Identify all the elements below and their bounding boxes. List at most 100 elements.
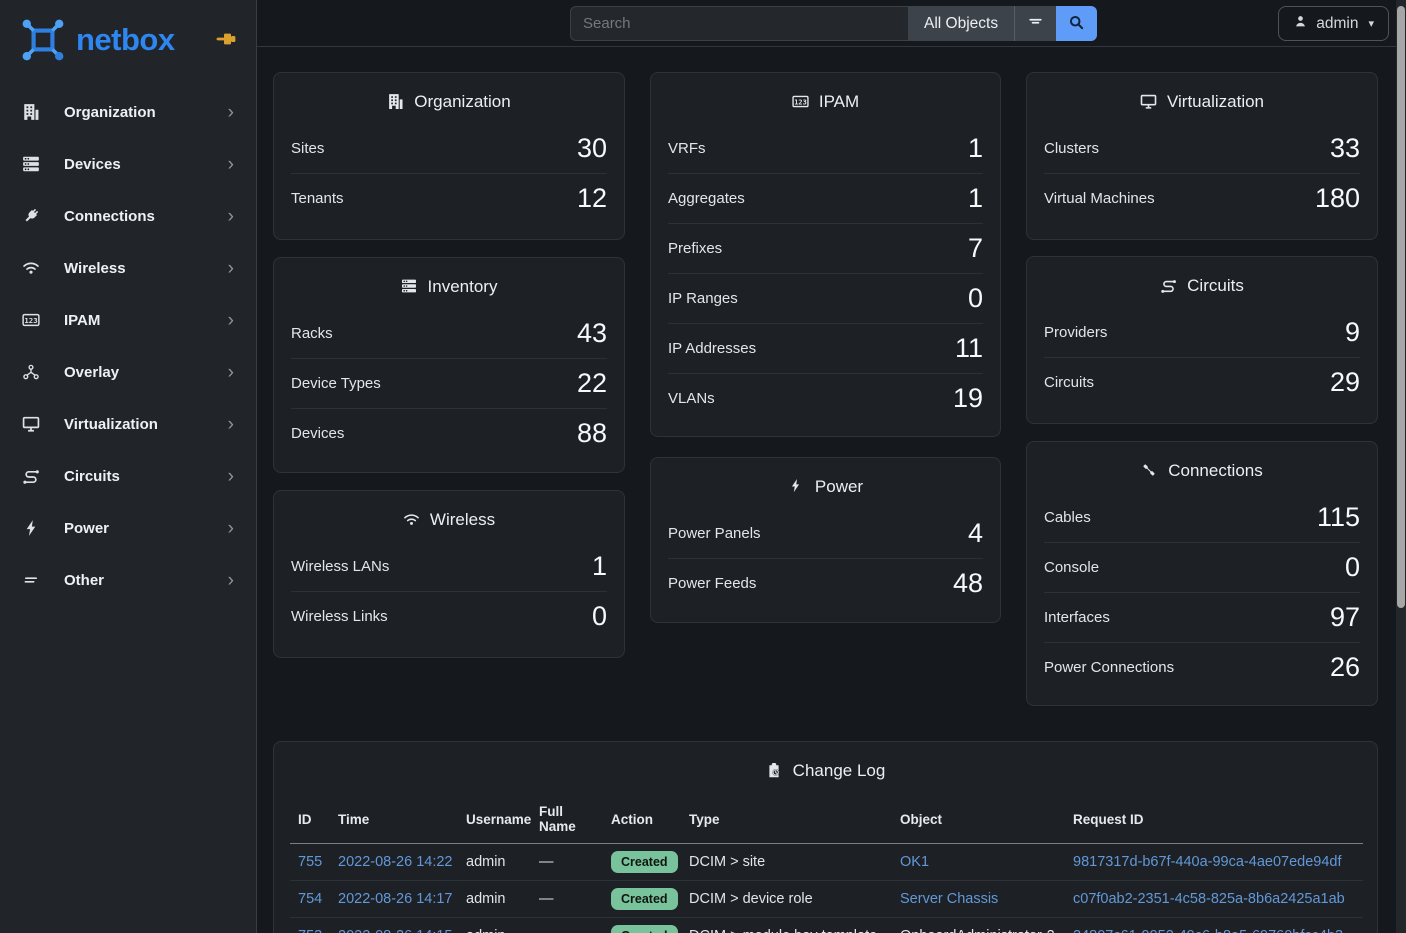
chevron-right-icon: › (228, 311, 234, 330)
changelog-request-link[interactable]: c07f0ab2-2351-4c58-825a-8b6a2425a1ab (1073, 891, 1345, 907)
card-title-text: IPAM (819, 92, 859, 112)
sidebar-nav: Organization › Devices › Connections › (0, 86, 256, 606)
sidebar-item-devices[interactable]: Devices › (0, 138, 256, 190)
stat-row: Sites 30 (291, 123, 607, 173)
chevron-right-icon: › (228, 467, 234, 486)
numbers-icon: 123 (22, 311, 44, 329)
pin-icon[interactable] (214, 31, 238, 49)
scrollbar-track[interactable] (1396, 0, 1406, 933)
netbox-dashboard: netbox Organization › (0, 0, 1406, 933)
card-title-text: Virtualization (1167, 92, 1264, 112)
sidebar-item-circuits[interactable]: Circuits › (0, 450, 256, 502)
stat-row: Power Feeds 48 (668, 558, 983, 608)
search-scope-button[interactable]: All Objects (908, 6, 1014, 41)
wifi-icon (22, 259, 44, 277)
sidebar-item-virtualization[interactable]: Virtualization › (0, 398, 256, 450)
caret-down-icon: ▾ (1368, 17, 1374, 30)
chevron-right-icon: › (228, 259, 234, 278)
sidebar-item-overlay[interactable]: Overlay › (0, 346, 256, 398)
topbar: All Objects admin ▾ (257, 0, 1406, 47)
sidebar-item-wireless[interactable]: Wireless › (0, 242, 256, 294)
svg-text:123: 123 (794, 98, 806, 106)
chevron-right-icon: › (228, 519, 234, 538)
brand-wordmark: netbox (76, 22, 175, 58)
card-virtualization: Virtualization Clusters 33 Virtual Machi… (1026, 72, 1378, 240)
card-title-text: Connections (1168, 461, 1263, 481)
changelog-time-link[interactable]: 2022-08-26 14:22 (338, 854, 453, 870)
chevron-right-icon: › (228, 103, 234, 122)
sidebar-item-organization[interactable]: Organization › (0, 86, 256, 138)
lines-icon (22, 571, 44, 589)
clipboard-clock-icon (766, 762, 784, 780)
circuit-icon (22, 467, 44, 485)
svg-text:123: 123 (24, 316, 37, 325)
search-group: All Objects (570, 6, 1097, 41)
sidebar-item-label: Organization (64, 104, 156, 121)
changelog-fullname: — (539, 844, 611, 881)
card-title-text: Organization (414, 92, 510, 112)
changelog-fullname: — (539, 918, 611, 933)
monitor-icon (1140, 93, 1158, 111)
server-rack-icon (401, 278, 419, 296)
card-power: Power Power Panels 4 Power Feeds 48 (650, 457, 1001, 623)
card-wireless: Wireless Wireless LANs 1 Wireless Links … (273, 490, 625, 658)
chevron-right-icon: › (228, 415, 234, 434)
search-icon (1068, 14, 1085, 34)
sidebar-item-ipam[interactable]: 123 IPAM › (0, 294, 256, 346)
changelog-fullname: — (539, 881, 611, 918)
card-title-text: Wireless (430, 510, 495, 530)
bolt-icon (788, 478, 806, 496)
server-rack-icon (22, 155, 44, 173)
scrollbar-thumb[interactable] (1397, 6, 1405, 608)
stat-row: Wireless LANs 1 (291, 541, 607, 591)
filter-button[interactable] (1014, 6, 1056, 41)
search-input[interactable] (570, 6, 908, 41)
stat-row: Interfaces 97 (1044, 592, 1360, 642)
changelog-request-link[interactable]: 9817317d-b67f-440a-99ca-4ae07ede94df (1073, 854, 1341, 870)
stat-row: Providers 9 (1044, 307, 1360, 357)
sidebar-item-label: Overlay (64, 364, 119, 381)
card-title-text: Inventory (428, 277, 498, 297)
changelog-id-link[interactable]: 753 (298, 928, 322, 933)
sidebar-item-connections[interactable]: Connections › (0, 190, 256, 242)
netbox-logo-icon (20, 17, 66, 63)
table-row: 754 2022-08-26 14:17 admin — Created DCI… (290, 881, 1363, 918)
circuit-icon (1160, 277, 1178, 295)
card-connections: Connections Cables 115 Console 0 Interfa… (1026, 441, 1378, 706)
chevron-right-icon: › (228, 207, 234, 226)
search-submit-button[interactable] (1056, 6, 1097, 41)
changelog-request-link[interactable]: 24807c61-9952-49c6-b8a5-69760bfcc4b3 (1073, 928, 1343, 933)
stat-row: Clusters 33 (1044, 123, 1360, 173)
numbers-icon: 123 (792, 93, 810, 111)
stat-row: Circuits 29 (1044, 357, 1360, 407)
card-inventory: Inventory Racks 43 Device Types 22 Devic… (273, 257, 625, 473)
sidebar-item-label: Virtualization (64, 416, 158, 433)
changelog-id-link[interactable]: 755 (298, 854, 322, 870)
chevron-right-icon: › (228, 571, 234, 590)
bolt-icon (22, 519, 44, 537)
card-title-text: Power (815, 477, 863, 497)
sidebar-item-label: Devices (64, 156, 121, 173)
user-menu-button[interactable]: admin ▾ (1278, 6, 1389, 41)
changelog-time-link[interactable]: 2022-08-26 14:17 (338, 891, 453, 907)
changelog-time-link[interactable]: 2022-08-26 14:15 (338, 928, 453, 933)
brand: netbox (0, 0, 256, 80)
sidebar-item-power[interactable]: Power › (0, 502, 256, 554)
changelog-object-link[interactable]: OK1 (900, 854, 929, 870)
stat-row: Wireless Links 0 (291, 591, 607, 641)
changelog-id-link[interactable]: 754 (298, 891, 322, 907)
changelog-username: admin (466, 844, 539, 881)
stat-row: Power Connections 26 (1044, 642, 1360, 692)
cable-icon (1141, 462, 1159, 480)
stat-row: Devices 88 (291, 408, 607, 458)
sidebar-item-other[interactable]: Other › (0, 554, 256, 606)
sidebar-item-label: Circuits (64, 468, 120, 485)
card-organization: Organization Sites 30 Tenants 12 (273, 72, 625, 240)
changelog-object-link[interactable]: Server Chassis (900, 891, 998, 907)
col-header-username: Username (466, 794, 539, 844)
col-header-type: Type (689, 794, 900, 844)
stat-row: VRFs 1 (668, 123, 983, 173)
changelog-object: OnboardAdministrator-2 (900, 918, 1073, 933)
sidebar-item-label: Other (64, 572, 104, 589)
stat-row: IP Addresses 11 (668, 323, 983, 373)
